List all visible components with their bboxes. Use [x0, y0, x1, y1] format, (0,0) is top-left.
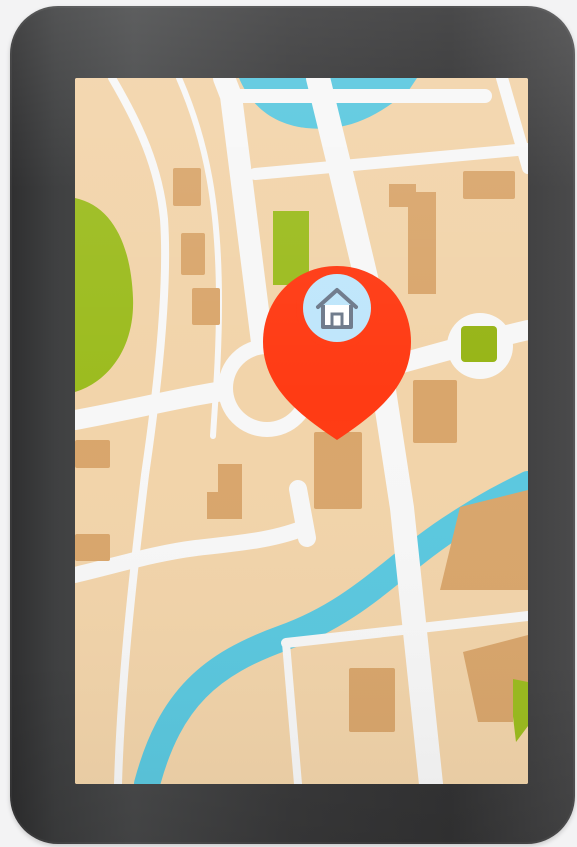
map-screen — [75, 78, 528, 784]
tablet-device — [10, 6, 575, 844]
screen-shade — [75, 78, 528, 784]
city-map — [75, 78, 528, 784]
tablet-scene — [0, 0, 577, 847]
